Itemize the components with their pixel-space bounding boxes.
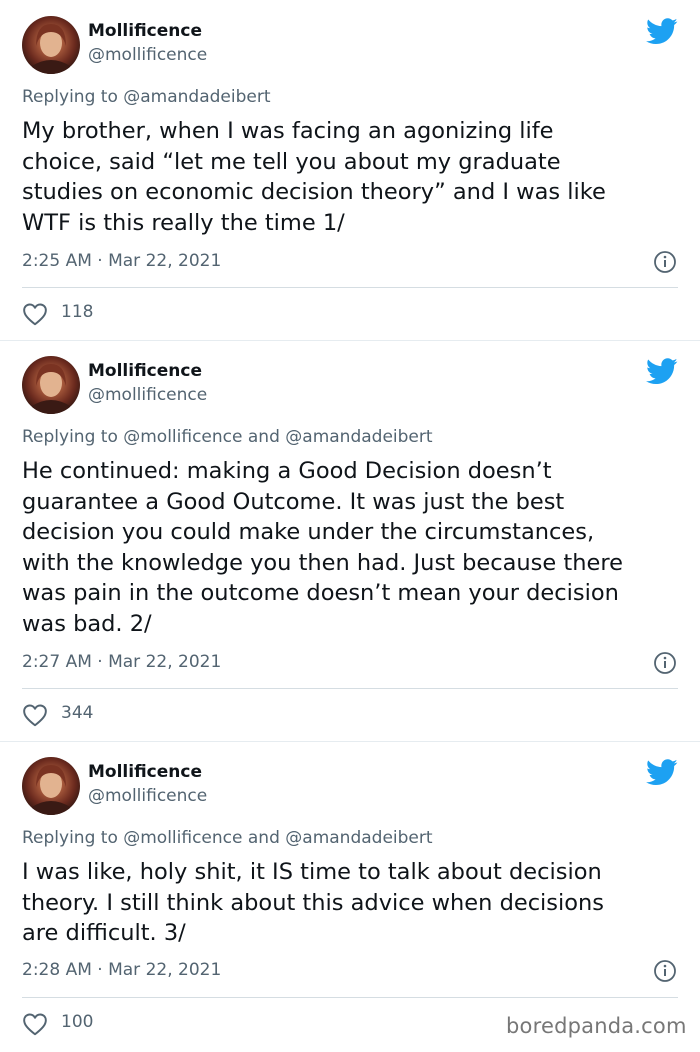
tweet-line: WTF is this really the time 1/ — [22, 209, 345, 236]
tweet-line: I was like, holy shit, it IS time to tal… — [22, 859, 602, 885]
tweet-line: decision you could make under the circum… — [22, 519, 595, 545]
replying-prefix: Replying to — [22, 87, 118, 107]
tweet-line: with the knowledge you then had. Just be… — [22, 549, 623, 576]
tweet-text: I was like, holy shit, it IS time to tal… — [22, 857, 682, 949]
info-icon[interactable] — [653, 959, 677, 983]
info-icon[interactable] — [653, 250, 677, 274]
replying-joiner: and — [247, 427, 280, 447]
tweet-2[interactable]: Mollificence @mollificence Replying to @… — [0, 341, 700, 741]
like-count: 118 — [61, 302, 94, 322]
heart-icon[interactable] — [22, 1012, 48, 1036]
tweet-text: My brother, when I was facing an agonizi… — [22, 116, 682, 238]
replying-prefix: Replying to — [22, 828, 118, 848]
replying-to: Replying to @mollificence and @amandadei… — [22, 427, 433, 447]
twitter-bird-icon[interactable] — [646, 18, 678, 45]
tweet-line: was bad. 2/ — [22, 610, 152, 637]
tweet-line: choice, said “let me tell you about my g… — [22, 148, 561, 175]
replying-prefix: Replying to — [22, 427, 118, 447]
avatar[interactable] — [22, 356, 80, 414]
like-count: 344 — [61, 703, 94, 723]
replying-joiner: and — [247, 828, 280, 848]
tweet-text: He continued: making a Good Decision doe… — [22, 456, 682, 639]
mention-link[interactable]: @amandadeibert — [285, 828, 432, 848]
author-handle[interactable]: @mollificence — [88, 45, 207, 65]
author-name[interactable]: Mollificence — [88, 361, 202, 381]
tweet-3[interactable]: Mollificence @mollificence Replying to @… — [0, 742, 700, 1052]
divider — [22, 688, 678, 689]
mention-link[interactable]: @mollificence — [123, 427, 242, 447]
like-count: 100 — [61, 1012, 94, 1032]
author-name[interactable]: Mollificence — [88, 21, 202, 41]
tweet-timestamp[interactable]: 2:25 AM · Mar 22, 2021 — [22, 251, 221, 271]
divider — [22, 287, 678, 288]
tweet-line: theory. I still think about this advice … — [22, 889, 605, 916]
avatar[interactable] — [22, 757, 80, 815]
author-name[interactable]: Mollificence — [88, 762, 202, 782]
tweet-line: My brother, when I was facing an agonizi… — [22, 118, 554, 144]
mention-link[interactable]: @amandadeibert — [285, 427, 432, 447]
tweet-line: are difficult. 3/ — [22, 920, 186, 946]
watermark: boredpanda.com — [506, 1014, 687, 1038]
divider — [22, 997, 678, 998]
tweet-line: He continued: making a Good Decision doe… — [22, 458, 552, 484]
tweet-timestamp[interactable]: 2:27 AM · Mar 22, 2021 — [22, 652, 221, 672]
avatar[interactable] — [22, 16, 80, 74]
info-icon[interactable] — [653, 651, 677, 675]
tweet-line: studies on economic decision theory” and… — [22, 179, 606, 205]
heart-icon[interactable] — [22, 302, 48, 326]
replying-to: Replying to @mollificence and @amandadei… — [22, 828, 433, 848]
mention-link[interactable]: @mollificence — [123, 828, 242, 848]
heart-icon[interactable] — [22, 703, 48, 727]
author-handle[interactable]: @mollificence — [88, 786, 207, 806]
twitter-bird-icon[interactable] — [646, 759, 678, 786]
tweet-1[interactable]: Mollificence @mollificence Replying to @… — [0, 0, 700, 340]
replying-to: Replying to @amandadeibert — [22, 87, 271, 107]
twitter-bird-icon[interactable] — [646, 358, 678, 385]
author-handle[interactable]: @mollificence — [88, 385, 207, 405]
mention-link[interactable]: @amandadeibert — [123, 87, 270, 107]
tweet-line: was pain in the outcome doesn’t mean you… — [22, 580, 619, 606]
tweet-line: guarantee a Good Outcome. It was just th… — [22, 488, 565, 515]
tweet-timestamp[interactable]: 2:28 AM · Mar 22, 2021 — [22, 960, 221, 980]
